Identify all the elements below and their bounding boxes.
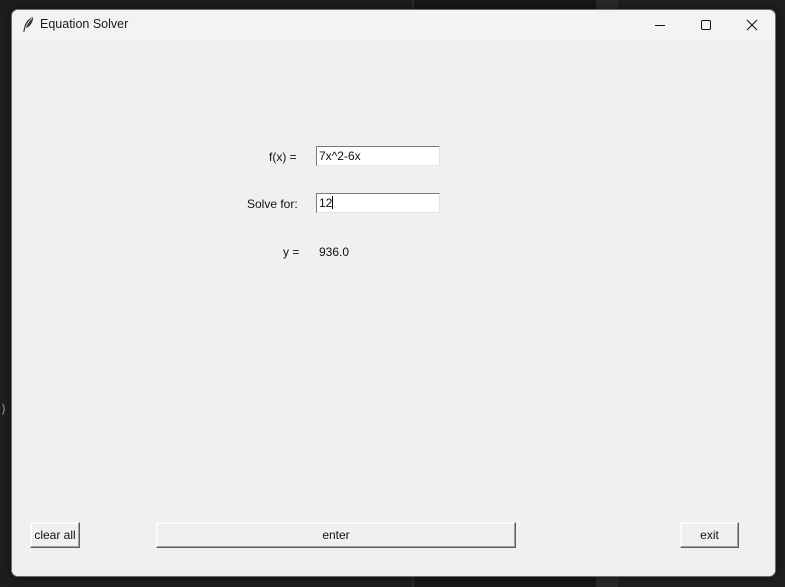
main-content: f(x) = 7x^2-6x Solve for: 12 y = 936.0 c… bbox=[12, 40, 775, 576]
solve-for-input-value: 12 bbox=[319, 196, 333, 210]
window-title: Equation Solver bbox=[40, 17, 129, 31]
background-text-fragment: ) bbox=[0, 402, 8, 416]
enter-button[interactable]: enter bbox=[156, 522, 516, 548]
result-label: y = bbox=[283, 245, 300, 259]
function-label: f(x) = bbox=[269, 150, 297, 164]
feather-icon bbox=[21, 16, 35, 33]
clear-all-button[interactable]: clear all bbox=[30, 522, 80, 548]
solve-for-input[interactable]: 12 bbox=[316, 193, 440, 213]
text-caret bbox=[332, 196, 334, 209]
function-input[interactable]: 7x^2-6x bbox=[316, 146, 440, 166]
maximize-icon bbox=[700, 19, 712, 31]
exit-button[interactable]: exit bbox=[680, 522, 739, 548]
close-icon bbox=[746, 19, 758, 31]
maximize-button[interactable] bbox=[683, 10, 729, 40]
equation-solver-window: Equation Solver f(x) = 7x^2-6x Solve for… bbox=[11, 9, 776, 577]
result-value: 936.0 bbox=[319, 245, 350, 259]
solve-for-label: Solve for: bbox=[247, 197, 298, 211]
function-input-value: 7x^2-6x bbox=[319, 149, 361, 163]
minimize-icon bbox=[654, 19, 666, 31]
close-button[interactable] bbox=[729, 10, 775, 40]
title-bar[interactable]: Equation Solver bbox=[12, 10, 775, 40]
minimize-button[interactable] bbox=[637, 10, 683, 40]
